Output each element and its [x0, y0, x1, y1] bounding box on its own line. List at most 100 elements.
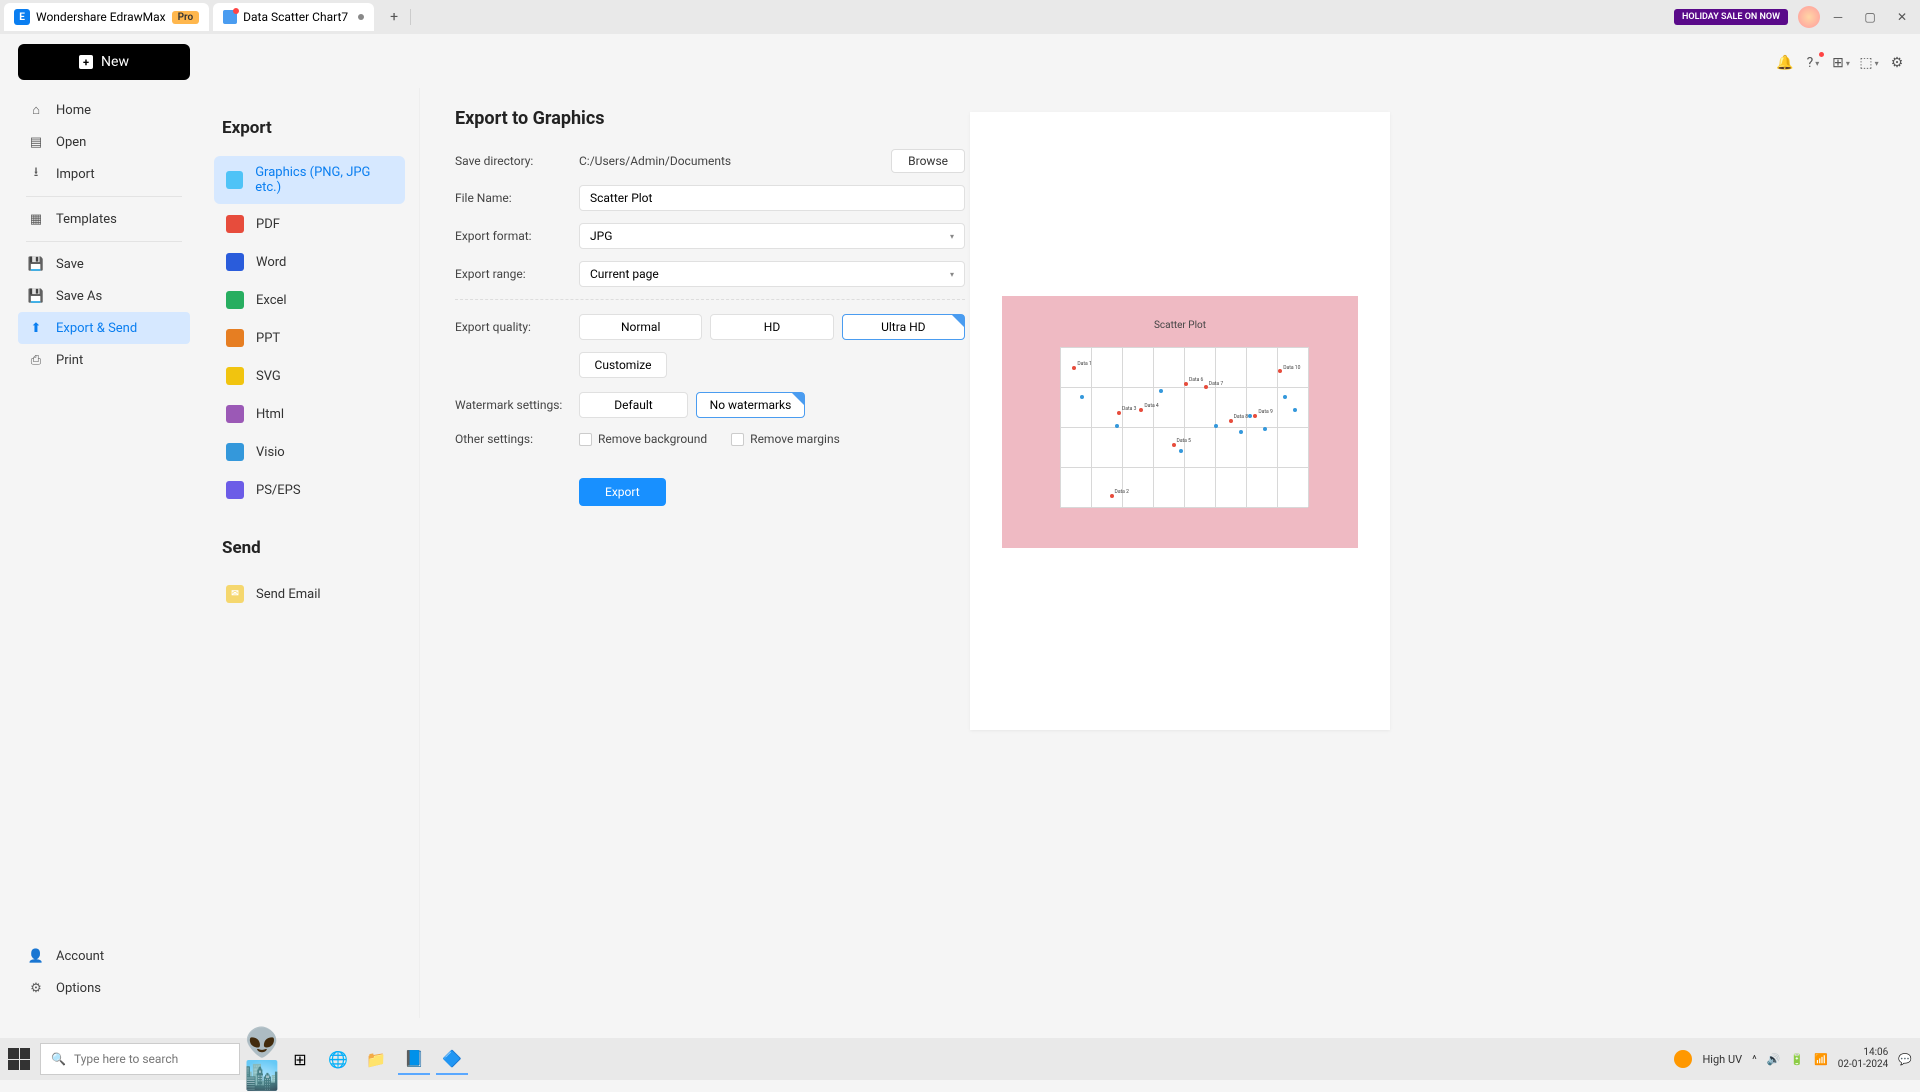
- sidebar-item-open[interactable]: ▤Open: [18, 126, 190, 158]
- format-item[interactable]: Visio: [214, 434, 405, 470]
- sidebar-item-save[interactable]: 💾Save: [18, 248, 190, 280]
- battery-icon[interactable]: 🔋: [1790, 1053, 1804, 1066]
- help-icon[interactable]: ?▾: [1804, 54, 1822, 72]
- format-icon: [226, 329, 244, 347]
- data-label: Data 10: [1283, 365, 1300, 371]
- time-text: 14:06: [1838, 1047, 1889, 1059]
- add-tab-button[interactable]: +: [386, 9, 402, 25]
- format-label: Graphics (PNG, JPG etc.): [255, 165, 393, 195]
- taskview-icon[interactable]: ⊞: [284, 1043, 316, 1075]
- format-item[interactable]: PPT: [214, 320, 405, 356]
- format-select[interactable]: JPG ▾: [579, 223, 965, 249]
- customize-button[interactable]: Customize: [579, 352, 667, 378]
- explorer-icon[interactable]: 📁: [360, 1043, 392, 1075]
- checkbox-icon: [579, 433, 592, 446]
- chart-preview: Scatter Plot Data 1Data 2Data 3Data 4Dat…: [1002, 296, 1358, 548]
- quality-label: Export quality:: [455, 320, 579, 334]
- data-label: Data 7: [1209, 381, 1223, 387]
- start-button[interactable]: [8, 1048, 30, 1070]
- sidebar-item-account[interactable]: 👤 Account: [18, 940, 190, 972]
- apps-icon[interactable]: ⊞▾: [1832, 54, 1850, 72]
- maximize-button[interactable]: ▢: [1856, 3, 1884, 31]
- sidebar-bottom: 👤 Account ⚙Options: [18, 940, 190, 1004]
- format-label: Excel: [256, 293, 287, 308]
- document-tab[interactable]: Data Scatter Chart7: [213, 3, 374, 31]
- data-point: [1283, 395, 1287, 399]
- remove-bg-checkbox[interactable]: Remove background: [579, 432, 707, 446]
- sidebar-label: Templates: [56, 212, 117, 227]
- sidebar-item-templates[interactable]: ▦Templates: [18, 203, 190, 235]
- send-email-item[interactable]: ✉ Send Email: [214, 576, 405, 612]
- cortana-icon[interactable]: 👽🏙️: [246, 1043, 278, 1075]
- action-center-icon[interactable]: 💬: [1898, 1053, 1912, 1066]
- save-dir-value: C:/Users/Admin/Documents: [579, 154, 891, 168]
- sidebar-item-import[interactable]: ⭳Import: [18, 158, 190, 190]
- export-button[interactable]: Export: [579, 478, 666, 506]
- pro-badge: Pro: [172, 11, 200, 24]
- sidebar-item-export[interactable]: ⬆Export & Send: [18, 312, 190, 344]
- sidebar-item-saveas[interactable]: 💾Save As: [18, 280, 190, 312]
- data-point: [1229, 419, 1233, 423]
- send-heading: Send: [222, 538, 409, 558]
- wifi-icon[interactable]: 📶: [1814, 1053, 1828, 1066]
- volume-icon[interactable]: 🔊: [1767, 1053, 1781, 1066]
- share-icon[interactable]: ⬚▾: [1860, 54, 1878, 72]
- format-item[interactable]: Html: [214, 396, 405, 432]
- send-email-label: Send Email: [256, 587, 321, 602]
- data-label: Data 4: [1144, 403, 1158, 409]
- edrawmax-taskbar-icon[interactable]: 🔷: [436, 1043, 468, 1075]
- format-item[interactable]: Excel: [214, 282, 405, 318]
- watermark-option[interactable]: Default: [579, 392, 688, 418]
- format-label: Html: [256, 407, 284, 422]
- edge-icon[interactable]: 🌐: [322, 1043, 354, 1075]
- quality-option[interactable]: HD: [710, 314, 833, 340]
- tray-expand-icon[interactable]: ^: [1752, 1053, 1757, 1066]
- minimize-button[interactable]: ─: [1824, 3, 1852, 31]
- format-label: Word: [256, 255, 286, 270]
- data-point: [1239, 430, 1243, 434]
- filename-input[interactable]: [579, 185, 965, 211]
- close-button[interactable]: ✕: [1888, 3, 1916, 31]
- account-icon: 👤: [28, 948, 44, 964]
- taskbar-search[interactable]: 🔍 Type here to search: [40, 1043, 240, 1075]
- format-item[interactable]: PS/EPS: [214, 472, 405, 508]
- format-item[interactable]: SVG: [214, 358, 405, 394]
- clock[interactable]: 14:06 02-01-2024: [1838, 1047, 1889, 1071]
- chart-plot-area: Data 1Data 2Data 3Data 4Data 5Data 6Data…: [1060, 347, 1308, 507]
- data-label: Data 1: [1077, 361, 1091, 367]
- format-icon: [226, 405, 244, 423]
- remove-margins-checkbox[interactable]: Remove margins: [731, 432, 840, 446]
- quality-option[interactable]: Ultra HD: [842, 314, 965, 340]
- quality-option[interactable]: Normal: [579, 314, 702, 340]
- export-format-panel: Export Graphics (PNG, JPG etc.)PDFWordEx…: [210, 88, 420, 1018]
- word-icon[interactable]: 📘: [398, 1043, 430, 1075]
- data-point: [1110, 494, 1114, 498]
- sidebar-item-print[interactable]: ⎙Print: [18, 344, 190, 376]
- watermark-group: Default No watermarks: [579, 392, 805, 418]
- chart-title: Scatter Plot: [1002, 296, 1358, 331]
- format-item[interactable]: Word: [214, 244, 405, 280]
- data-point: [1278, 369, 1282, 373]
- sidebar-item-options[interactable]: ⚙Options: [18, 972, 190, 1004]
- weather-text[interactable]: High UV: [1702, 1053, 1742, 1066]
- settings-icon[interactable]: ⚙: [1888, 54, 1906, 72]
- data-point: [1139, 408, 1143, 412]
- format-item[interactable]: Graphics (PNG, JPG etc.): [214, 156, 405, 204]
- user-avatar[interactable]: [1798, 6, 1820, 28]
- holiday-sale-badge[interactable]: HOLIDAY SALE ON NOW: [1674, 9, 1788, 25]
- sidebar-label: Account: [56, 949, 104, 964]
- checkbox-icon: [731, 433, 744, 446]
- format-item[interactable]: PDF: [214, 206, 405, 242]
- notifications-icon[interactable]: 🔔: [1776, 54, 1794, 72]
- data-point: [1117, 411, 1121, 415]
- format-value: JPG: [590, 229, 612, 243]
- browse-button[interactable]: Browse: [891, 149, 965, 173]
- watermark-option[interactable]: No watermarks: [696, 392, 805, 418]
- sidebar-item-home[interactable]: ⌂Home: [18, 94, 190, 126]
- app-title-tab[interactable]: E Wondershare EdrawMax Pro: [4, 3, 209, 31]
- data-point: [1072, 366, 1076, 370]
- data-label: Data 5: [1177, 438, 1191, 444]
- range-select[interactable]: Current page ▾: [579, 261, 965, 287]
- new-button[interactable]: + New: [18, 44, 190, 80]
- search-placeholder: Type here to search: [74, 1052, 178, 1066]
